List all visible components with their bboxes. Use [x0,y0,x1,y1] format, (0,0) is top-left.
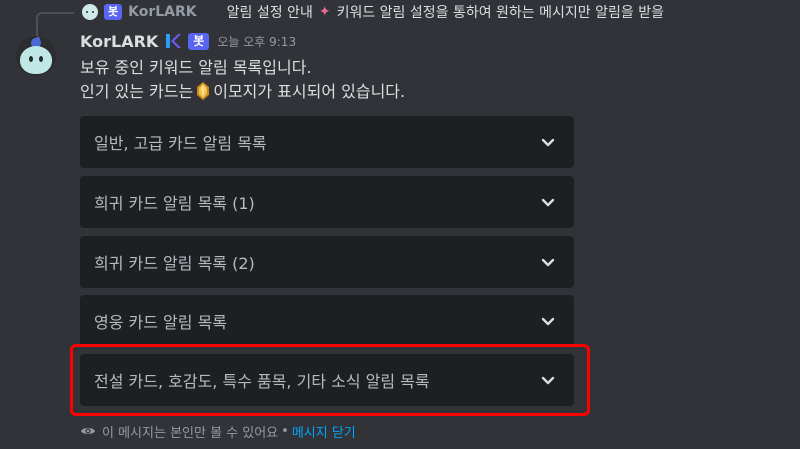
reply-author[interactable]: KorLARK [128,4,197,20]
eye-icon [81,428,95,434]
reply-connector [36,12,74,36]
sparkle-icon: ✦ [318,4,331,20]
reply-preview[interactable]: 봇 KorLARK 알림 설정 안내 ✦ 키워드 알림 설정을 통하여 원하는 … [82,2,664,22]
select-placeholder: 일반, 고급 카드 알림 목록 [94,134,267,153]
avatar-face [20,46,52,74]
reply-avatar [82,4,98,20]
chevron-down-icon [541,138,555,147]
footer-separator: • [281,423,289,439]
select-menu-heroic[interactable]: 영웅 카드 알림 목록 [80,295,574,347]
orange-gem-icon [197,82,210,100]
message-line-2-after: 이모지가 표시되어 있습니다. [213,82,406,101]
author-name[interactable]: KorLARK [80,32,158,51]
reply-text-after: 키워드 알림 설정을 통하여 원하는 메시지만 알림을 받을 [336,5,664,21]
reply-bot-tag: 봇 [104,4,123,20]
message-header: KorLARK 봇 오늘 오후 9:13 [80,30,296,52]
avatar-eye-right [39,56,43,62]
select-menu-rare-2[interactable]: 희귀 카드 알림 목록 (2) [80,236,574,288]
ephemeral-text: 이 메시지는 본인만 볼 수 있어요 [102,425,279,441]
avatar[interactable] [16,36,56,76]
select-placeholder: 영웅 카드 알림 목록 [94,313,228,332]
chevron-down-icon [541,258,555,267]
message-line-2: 인기 있는 카드는 이모지가 표시되어 있습니다. [80,80,405,104]
avatar-eye-left [29,56,33,62]
reply-text-before: 알림 설정 안내 [226,5,313,21]
ephemeral-notice: 이 메시지는 본인만 볼 수 있어요 • 메시지 닫기 [80,422,356,441]
select-placeholder: 전설 카드, 호감도, 특수 품목, 기타 소식 알림 목록 [94,372,430,391]
dismiss-message-link[interactable]: 메시지 닫기 [292,422,356,441]
k-logo-icon [166,34,182,48]
select-placeholder: 희귀 카드 알림 목록 (1) [94,194,255,213]
select-menu-rare-1[interactable]: 희귀 카드 알림 목록 (1) [80,176,574,228]
chevron-down-icon [541,376,555,385]
chevron-down-icon [541,198,555,207]
message-line-1: 보유 중인 키워드 알림 목록입니다. [80,58,312,77]
message-line-2-before: 인기 있는 카드는 [80,82,194,101]
select-menu-common[interactable]: 일반, 고급 카드 알림 목록 [80,116,574,168]
timestamp: 오늘 오후 9:13 [217,34,297,49]
bot-badge: 봇 [188,32,210,50]
select-menu-legendary[interactable]: 전설 카드, 호감도, 특수 품목, 기타 소식 알림 목록 [80,354,574,406]
chevron-down-icon [541,317,555,326]
message-content: 보유 중인 키워드 알림 목록입니다. 인기 있는 카드는 이모지가 표시되어 … [80,56,405,104]
select-placeholder: 희귀 카드 알림 목록 (2) [94,254,255,273]
